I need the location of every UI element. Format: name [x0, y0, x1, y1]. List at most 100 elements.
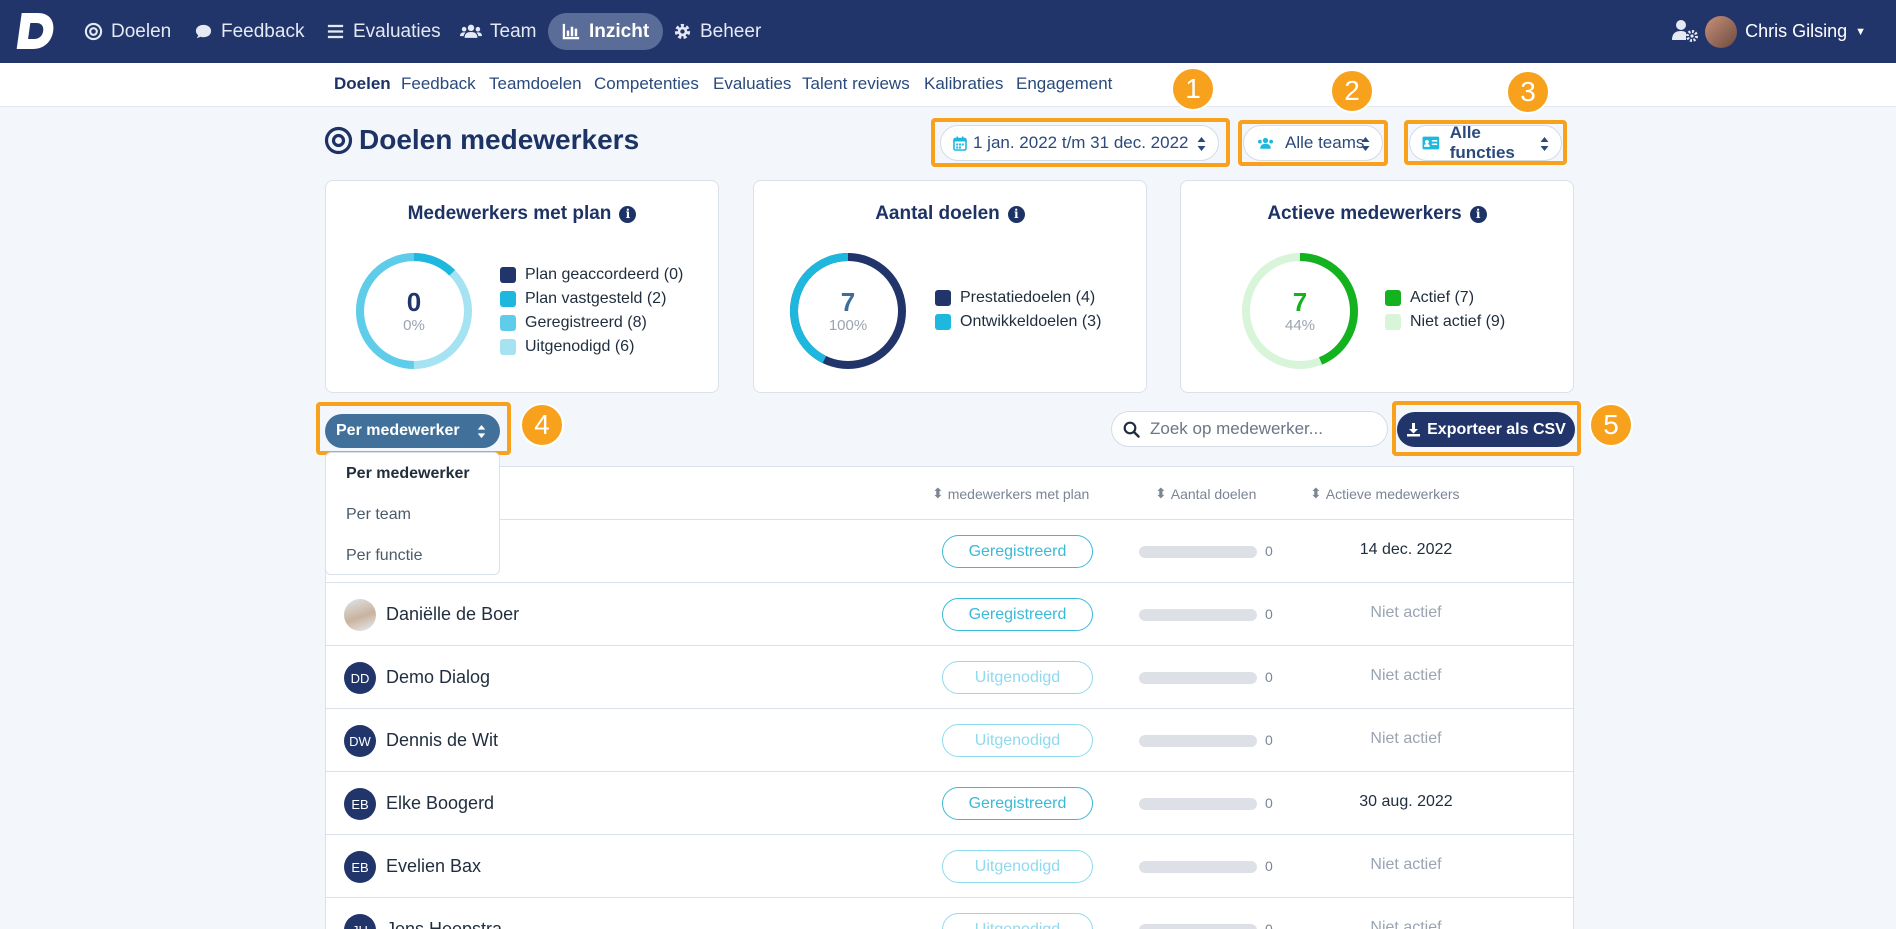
- employee-name[interactable]: Elke Boogerd: [386, 793, 494, 814]
- column-header-plan[interactable]: ⬍ medewerkers met plan: [932, 485, 1089, 502]
- legend-label: Uitgenodigd (6): [525, 338, 635, 355]
- user-settings-icon[interactable]: [1672, 18, 1698, 42]
- legend-swatch: [500, 291, 516, 307]
- card-title: Actieve medewerkers i: [1181, 203, 1573, 225]
- dropdown-option-per-team[interactable]: Per team: [326, 494, 499, 535]
- subnav-competenties[interactable]: Competenties: [594, 74, 699, 94]
- goals-count: 0: [1265, 606, 1273, 622]
- chart-legend: Actief (7) Niet actief (9): [1385, 286, 1505, 334]
- page-title: Doelen medewerkers: [324, 124, 639, 156]
- gear-icon: [674, 23, 691, 40]
- status-badge: Uitgenodigd: [942, 724, 1093, 757]
- employee-name[interactable]: Evelien Bax: [386, 856, 481, 877]
- step-badge-5: 5: [1589, 403, 1633, 447]
- card-title-text: Aantal doelen: [875, 203, 1000, 224]
- info-icon[interactable]: i: [619, 205, 637, 223]
- table-row[interactable]: JH Jens Heepstra Uitgenodigd 0 Niet acti…: [326, 898, 1573, 929]
- nav-label: Inzicht: [589, 20, 650, 42]
- info-icon[interactable]: i: [1469, 205, 1487, 223]
- nav-inzicht[interactable]: Inzicht: [548, 13, 664, 50]
- nav-evaluaties[interactable]: Evaluaties: [312, 13, 455, 50]
- chart-legend: Plan geaccordeerd (0) Plan vastgesteld (…: [500, 263, 683, 359]
- goals-count: 0: [1265, 543, 1273, 559]
- search-field[interactable]: Zoek op medewerker...: [1111, 411, 1388, 447]
- subnav-teamdoelen[interactable]: Teamdoelen: [489, 74, 582, 94]
- group-by-select[interactable]: Per medewerker: [325, 414, 500, 448]
- employee-name[interactable]: Jens Heepstra: [386, 919, 502, 929]
- card-active-employees: Actieve medewerkers i 7 44% Actief (7) N…: [1180, 180, 1574, 393]
- search-icon: [1123, 421, 1140, 438]
- subnav-engagement[interactable]: Engagement: [1016, 74, 1112, 94]
- app-logo[interactable]: [16, 11, 54, 51]
- highlight-frame-3: [1404, 120, 1567, 165]
- card-title: Medewerkers met plan i: [326, 203, 718, 225]
- info-icon[interactable]: i: [1007, 205, 1025, 223]
- subnav-talent-reviews[interactable]: Talent reviews: [802, 74, 910, 94]
- subnav-doelen[interactable]: Doelen: [334, 74, 391, 94]
- subnav-evaluaties[interactable]: Evaluaties: [713, 74, 791, 94]
- status-badge: Geregistreerd: [942, 598, 1093, 631]
- status-badge: Geregistreerd: [942, 535, 1093, 568]
- avatar: [344, 599, 376, 631]
- avatar: DW: [344, 725, 376, 757]
- caret-down-icon: ▼: [1855, 25, 1866, 38]
- list-icon: [327, 24, 344, 39]
- card-number-of-goals: Aantal doelen i 7 100% Prestatiedoelen (…: [753, 180, 1147, 393]
- legend-swatch: [500, 339, 516, 355]
- column-header-active[interactable]: ⬍ Actieve medewerkers: [1310, 485, 1460, 502]
- table-row[interactable]: EB Elke Boogerd Geregistreerd 0 30 aug. …: [326, 772, 1573, 835]
- export-csv-button[interactable]: Exporteer als CSV: [1397, 412, 1575, 447]
- step-badge-1: 1: [1171, 67, 1215, 111]
- last-active: Niet actief: [1370, 604, 1442, 621]
- nav-feedback[interactable]: Feedback: [180, 13, 318, 50]
- avatar: EB: [344, 788, 376, 820]
- sort-icon: [477, 424, 486, 439]
- table-row[interactable]: DD Demo Dialog Uitgenodigd 0 Niet actief: [326, 646, 1573, 709]
- legend-label: Geregistreerd (8): [525, 314, 647, 331]
- last-active: Niet actief: [1370, 667, 1442, 684]
- dropdown-option-per-functie[interactable]: Per functie: [326, 535, 499, 576]
- dropdown-option-per-medewerker[interactable]: Per medewerker: [326, 453, 499, 494]
- group-by-dropdown: Per medewerker Per team Per functie: [325, 452, 500, 575]
- subnav-feedback[interactable]: Feedback: [401, 74, 476, 94]
- goals-count: 0: [1265, 669, 1273, 685]
- status-badge: Uitgenodigd: [942, 913, 1093, 929]
- table-row[interactable]: EB Evelien Bax Uitgenodigd 0 Niet actief: [326, 835, 1573, 898]
- nav-doelen[interactable]: Doelen: [70, 13, 185, 50]
- nav-label: Team: [490, 20, 537, 42]
- card-employees-with-plan: Medewerkers met plan i 0 0% Plan geaccor…: [325, 180, 719, 393]
- goals-count: 0: [1265, 921, 1273, 929]
- target-icon: [324, 126, 353, 154]
- donut-percent: 0%: [403, 317, 425, 334]
- user-avatar: [1705, 15, 1738, 48]
- legend-label: Niet actief (9): [1410, 313, 1506, 330]
- goals-count: 0: [1265, 732, 1273, 748]
- table-row[interactable]: Geregistreerd 0 14 dec. 2022: [326, 520, 1573, 583]
- group-by-value: Per medewerker: [336, 422, 460, 439]
- last-active: Niet actief: [1370, 919, 1442, 929]
- highlight-frame-2: [1238, 120, 1388, 166]
- nav-beheer[interactable]: Beheer: [659, 13, 775, 50]
- table-row[interactable]: Daniëlle de Boer Geregistreerd 0 Niet ac…: [326, 583, 1573, 646]
- sort-icon: ⬍: [932, 485, 944, 501]
- highlight-frame-1: [931, 118, 1230, 167]
- nav-team[interactable]: Team: [446, 13, 550, 50]
- employee-name[interactable]: Dennis de Wit: [386, 730, 498, 751]
- goals-count: 0: [1265, 795, 1273, 811]
- export-label: Exporteer als CSV: [1427, 420, 1566, 438]
- subnav-kalibraties[interactable]: Kalibraties: [924, 74, 1003, 94]
- legend-label: Plan vastgesteld (2): [525, 290, 667, 307]
- employee-name[interactable]: Daniëlle de Boer: [386, 604, 519, 625]
- table-row[interactable]: DW Dennis de Wit Uitgenodigd 0 Niet acti…: [326, 709, 1573, 772]
- legend-swatch: [1385, 314, 1401, 330]
- sub-navigation: Doelen Feedback Teamdoelen Competenties …: [0, 63, 1896, 107]
- employee-name[interactable]: Demo Dialog: [386, 667, 490, 688]
- donut-number: 7: [1292, 287, 1308, 317]
- user-menu[interactable]: Chris Gilsing ▼: [1705, 13, 1866, 50]
- nav-label: Feedback: [221, 20, 305, 42]
- sort-icon: ⬍: [1310, 485, 1322, 501]
- goals-progress-bar: [1139, 924, 1257, 929]
- legend-item: Geregistreerd (8): [500, 311, 683, 335]
- column-header-goals[interactable]: ⬍ Aantal doelen: [1155, 485, 1256, 502]
- goals-progress-bar: [1139, 861, 1257, 873]
